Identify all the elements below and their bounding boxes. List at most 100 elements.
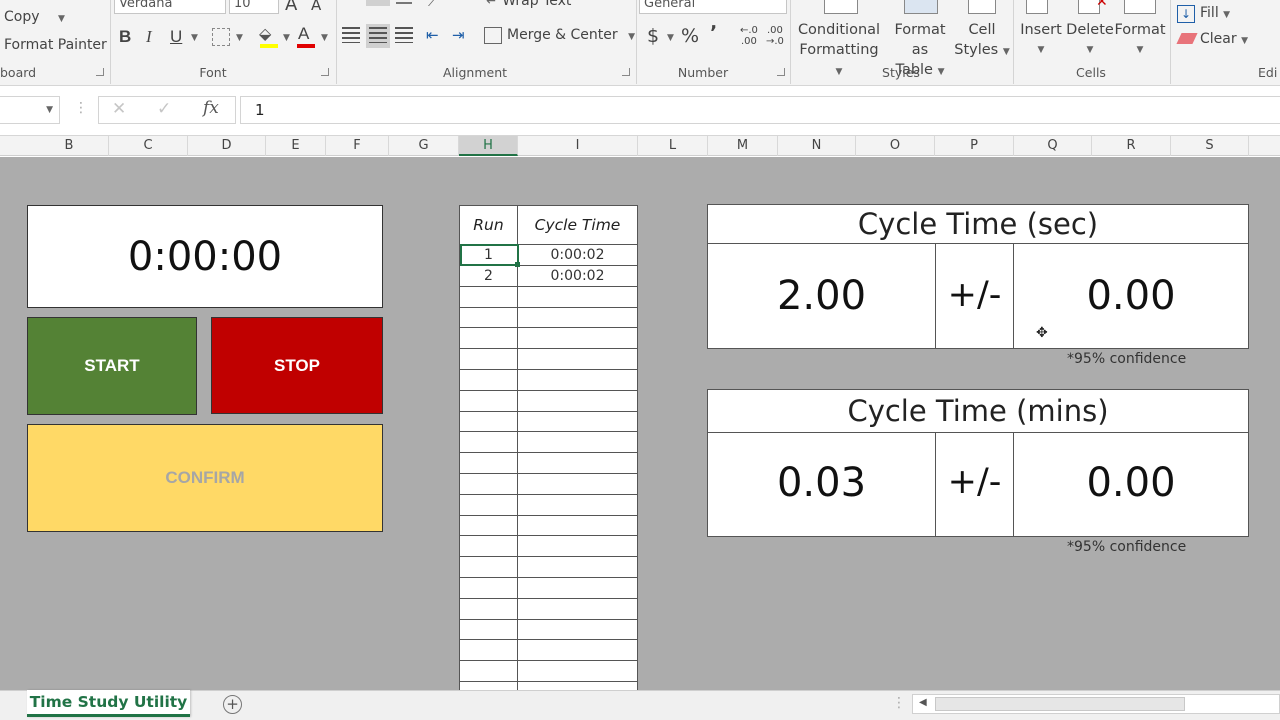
decrease-indent-icon[interactable]: ⇤ [426,26,439,44]
cycle-time-cell[interactable]: 0:00:02 [518,266,637,287]
stop-button[interactable]: STOP [211,317,383,414]
row-gridline [460,327,637,328]
sheet-tab-bar: Time Study Utility + ⋮ ◀ [0,690,1280,720]
scrollbar-thumb[interactable] [935,697,1185,711]
cycle-time-cell[interactable]: 0:00:02 [518,245,637,266]
column-header-e[interactable]: E [266,136,326,156]
column-header-q[interactable]: Q [1014,136,1092,156]
clear-button[interactable]: Clear ▼ [1200,31,1248,47]
column-header-l[interactable]: L [638,136,708,156]
horizontal-scrollbar[interactable]: ◀ [912,694,1280,714]
fill-button[interactable]: Fill ▼ [1200,5,1230,21]
chevron-down-icon[interactable]: ▼ [321,33,328,43]
column-header-i[interactable]: I [518,136,638,156]
bold-button[interactable]: B [119,27,131,47]
row-gridline [460,452,637,453]
grow-font-button[interactable]: A [285,0,297,15]
increase-decimal-button[interactable]: ←.0.00 [740,25,758,47]
clipboard-launcher-icon[interactable] [96,68,104,76]
shrink-font-button[interactable]: A [311,0,321,14]
borders-icon[interactable] [212,28,230,46]
format-cells-icon [1124,0,1156,14]
chevron-down-icon[interactable]: ▼ [236,33,243,43]
scroll-left-icon[interactable]: ◀ [919,697,927,708]
column-header-h[interactable]: H [459,136,518,156]
column-header-r[interactable]: R [1092,136,1171,156]
decrease-decimal-button[interactable]: .00 →.0 [766,25,784,47]
formula-bar: ▼ ⋮ ✕ ✓ fx 1 [0,86,1280,136]
orientation-icon[interactable]: ⟋ [428,0,438,10]
merge-center-icon[interactable] [484,27,502,44]
decrease-decimal-bottom: →.0 [766,36,784,47]
column-header-c[interactable]: C [109,136,188,156]
cell-styles-line2: Styles [954,42,999,58]
formula-bar-grip-icon[interactable]: ⋮ [74,100,88,116]
fill-color-icon[interactable]: ⬙ [259,24,271,43]
formula-input[interactable]: 1 [240,96,1280,124]
chevron-down-icon[interactable]: ▼ [667,33,674,43]
align-right-icon[interactable] [395,27,413,43]
column-header-m[interactable]: M [708,136,778,156]
cycle-time-sec-confidence-note: *95% confidence [1067,351,1187,367]
formula-buttons: ✕ ✓ fx [98,96,236,124]
alignment-launcher-icon[interactable] [622,68,630,76]
add-sheet-icon[interactable]: + [223,695,242,714]
run-cell[interactable]: 1 [460,245,517,266]
column-header-f[interactable]: F [326,136,389,156]
number-format-combo[interactable]: General [639,0,787,14]
cycle-time-min-mean: 0.03 [776,460,867,506]
percent-button[interactable]: % [681,25,699,47]
comma-style-button[interactable]: ʼ [710,22,717,44]
insert-button[interactable]: Insert ▼ [1018,20,1064,60]
currency-button[interactable]: $ [647,25,659,47]
run-column-header: Run [473,216,504,234]
insert-function-icon[interactable]: fx [203,98,219,118]
align-center-icon[interactable] [369,27,387,43]
column-header-s[interactable]: S [1171,136,1249,156]
wrap-text-button[interactable]: ↵ Wrap Text [486,0,571,9]
wrap-text-icon: ↵ [486,0,498,9]
clipboard-group-label: board [0,65,37,80]
enter-check-icon[interactable]: ✓ [157,99,171,119]
column-header-n[interactable]: N [778,136,856,156]
run-cell[interactable]: 2 [460,266,517,287]
start-button[interactable]: START [27,317,197,415]
delete-label: Delete [1066,22,1114,38]
number-launcher-icon[interactable] [777,68,785,76]
delete-button[interactable]: Delete ▼ [1066,20,1114,60]
chevron-down-icon[interactable]: ▼ [191,33,198,43]
row-gridline [460,515,637,516]
column-header-p[interactable]: P [935,136,1014,156]
cycle-time-column-header: Cycle Time [534,216,621,234]
cancel-icon[interactable]: ✕ [112,99,126,119]
format-button[interactable]: Format ▼ [1114,20,1166,60]
font-family-combo[interactable]: Verdana [114,0,226,14]
name-box[interactable]: ▼ [0,96,60,124]
underline-button[interactable]: U [170,27,182,47]
column-header-b[interactable]: B [30,136,109,156]
tab-splitter-icon[interactable]: ⋮ [892,695,906,711]
middle-align-icon[interactable] [396,0,412,4]
merge-center-button[interactable]: Merge & Center ▼ [507,27,635,43]
cycle-time-sec-mean: 2.00 [776,273,867,319]
font-launcher-icon[interactable] [321,68,329,76]
align-left-icon[interactable] [342,27,360,43]
confirm-button[interactable]: CONFIRM [27,424,383,532]
copy-button[interactable]: Copy ▼ [4,9,65,25]
font-color-button[interactable]: A [298,24,309,44]
cell-styles-button[interactable]: Cell Styles ▼ [954,20,1010,62]
format-painter-button[interactable]: Format Painter [4,37,107,53]
column-header-d[interactable]: D [188,136,266,156]
ribbon: Copy ▼ Format Painter board Verdana 10 A… [0,0,1280,86]
column-header-o[interactable]: O [856,136,935,156]
font-size-combo[interactable]: 10 [229,0,279,14]
cycle-time-min-title: Cycle Time (mins) [847,394,1109,428]
italic-button[interactable]: I [146,27,152,47]
top-align-icon[interactable] [366,0,390,6]
copy-label: Copy [4,9,40,25]
chevron-down-icon[interactable]: ▼ [283,33,290,43]
formula-value: 1 [255,101,265,119]
column-header-g[interactable]: G [389,136,459,156]
sheet-tab-time-study-utility[interactable]: Time Study Utility [27,690,190,717]
increase-indent-icon[interactable]: ⇥ [452,26,465,44]
